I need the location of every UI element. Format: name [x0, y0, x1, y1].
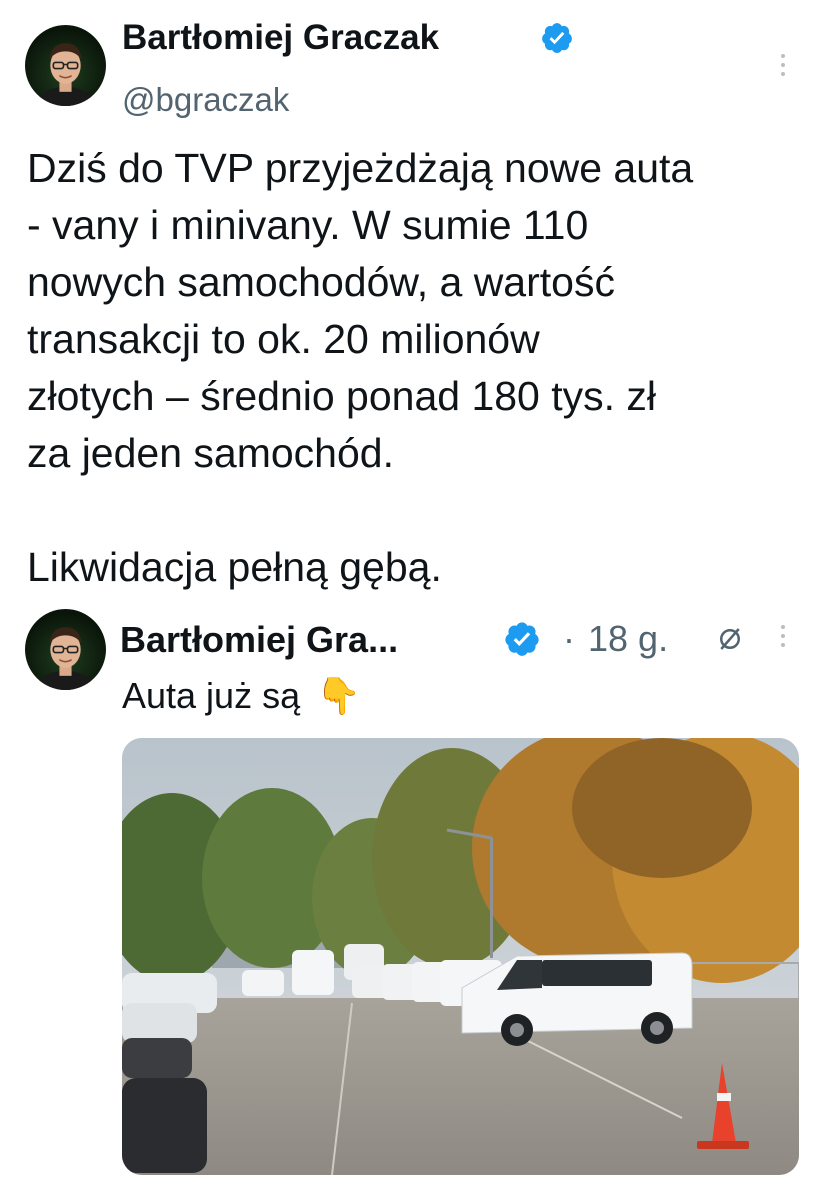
author-display-name[interactable]: Bartłomiej Graczak [122, 16, 439, 60]
quoted-post-text-line: Auta już są 👇 [122, 673, 361, 720]
quoted-more-options-icon[interactable] [779, 625, 787, 647]
avatar-portrait [33, 43, 98, 106]
avatar-portrait [33, 627, 98, 690]
author-handle[interactable]: @bgraczak [122, 79, 289, 121]
separator-dot: · [563, 618, 575, 659]
verified-badge-icon [542, 23, 572, 54]
parking-lot-photo[interactable] [122, 738, 799, 1175]
quoted-post-text: Auta już są [122, 675, 301, 716]
verified-badge-icon [505, 622, 539, 656]
quoted-author-display-name[interactable]: Bartłomiej Gra... [120, 618, 398, 662]
parking-lot-scene [122, 738, 799, 1175]
pointing-down-emoji: 👇 [316, 676, 361, 717]
quoted-author-avatar[interactable] [25, 609, 106, 690]
null-sign-icon [720, 628, 740, 650]
more-options-icon[interactable] [779, 54, 787, 76]
author-avatar[interactable] [25, 25, 106, 106]
post-time[interactable]: 18 g. [588, 617, 668, 661]
post-text: Dziś do TVP przyjeżdżają nowe auta - van… [27, 145, 694, 590]
